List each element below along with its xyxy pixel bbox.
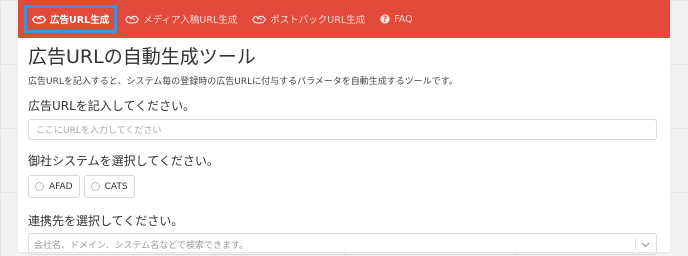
top-nav: 広告URL生成 メディア入稿URL生成 ポストバックURL生成 ? FAQ: [18, 0, 670, 38]
radio-afad[interactable]: AFAD: [28, 175, 80, 198]
main-content: 広告URLの自動生成ツール 広告URLを記入すると、システム毎の登録時の広告UR…: [28, 44, 658, 255]
partner-label: 連携先を選択してください。: [28, 214, 184, 228]
question-circle-icon: ?: [380, 14, 390, 24]
system-label: 御社システムを選択してください。: [28, 154, 219, 168]
radio-circle-icon: [90, 182, 100, 191]
svg-text:?: ?: [383, 15, 387, 24]
nav-item-media-url[interactable]: メディア入稿URL生成: [121, 8, 241, 30]
chevron-down-icon[interactable]: [640, 239, 651, 250]
radio-circle-icon: [35, 182, 44, 191]
nav-item-label: メディア入稿URL生成: [143, 15, 238, 26]
nav-item-label: 広告URL生成: [50, 15, 110, 26]
radio-cats[interactable]: CATS: [83, 175, 135, 198]
handshake-icon: [252, 15, 267, 24]
system-radio-group: AFAD CATS: [28, 175, 658, 198]
handshake-icon: [125, 15, 140, 24]
partner-select[interactable]: 会社名、ドメイン、システム名などで検索できます。: [28, 233, 657, 255]
handshake-icon: [32, 15, 46, 24]
partner-select-placeholder: 会社名、ドメイン、システム名などで検索できます。: [34, 240, 249, 251]
nav-item-label: ポストバックURL生成: [270, 15, 366, 26]
nav-item-label: FAQ: [394, 13, 413, 25]
radio-label: CATS: [104, 181, 128, 192]
page-title: 広告URLの自動生成ツール: [28, 46, 256, 68]
nav-item-ad-url[interactable]: 広告URL生成: [23, 5, 118, 33]
radio-label: AFAD: [49, 181, 73, 192]
nav-item-postback-url[interactable]: ポストバックURL生成: [248, 8, 369, 30]
select-divider: [635, 238, 636, 250]
url-label: 広告URLを記入してください。: [28, 99, 196, 113]
page-description: 広告URLを記入すると、システム毎の登録時の広告URLに付与するパラメータを自動…: [28, 77, 458, 87]
url-input-placeholder: ここにURLを入力してください: [36, 126, 162, 136]
nav-item-faq[interactable]: ? FAQ: [376, 8, 416, 30]
url-input[interactable]: ここにURLを入力してください: [28, 119, 657, 140]
